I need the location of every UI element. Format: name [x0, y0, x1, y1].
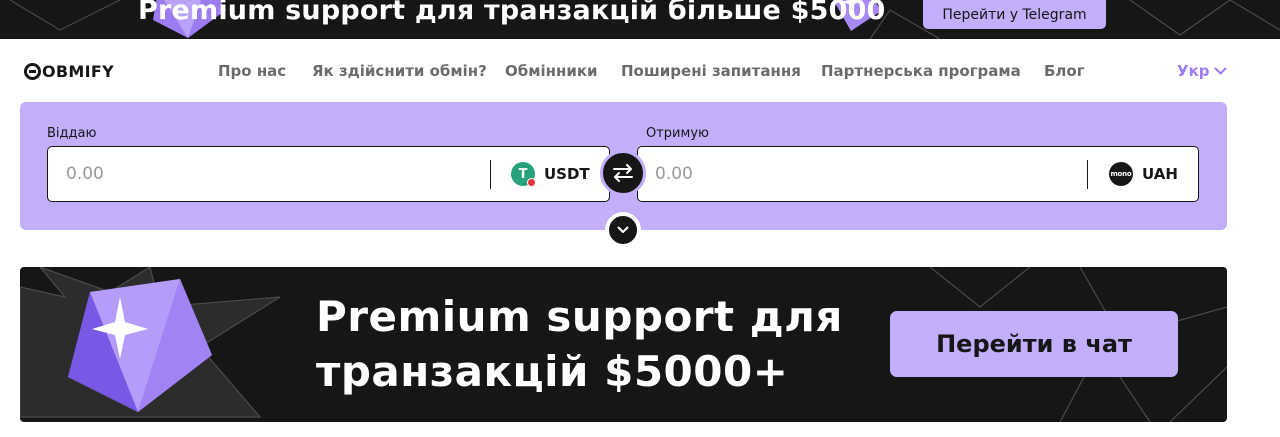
main-nav: OBMIFY Про нас Як здійснити обмін? Обмін… — [0, 39, 1280, 101]
go-to-chat-button[interactable]: Перейти в чат — [890, 311, 1178, 377]
receive-currency-code: UAH — [1142, 165, 1178, 183]
give-field: T USDT — [47, 146, 610, 202]
monobank-icon: mono — [1109, 162, 1133, 186]
swap-button[interactable] — [600, 150, 646, 196]
nav-link-exchangers[interactable]: Обмінники — [505, 62, 598, 80]
chevron-down-icon — [617, 226, 629, 233]
logo-mark-icon — [24, 63, 41, 80]
nav-link-partner-program[interactable]: Партнерська програма — [821, 62, 1021, 80]
expand-button[interactable] — [605, 212, 641, 248]
give-currency-code: USDT — [544, 165, 590, 183]
nav-link-about[interactable]: Про нас — [218, 62, 286, 80]
promo-title: Premium support для транзакцій $5000+ — [316, 289, 843, 399]
swap-arrows-icon — [613, 164, 633, 182]
promo-title-line2: транзакцій $5000+ — [316, 347, 789, 396]
receive-label: Отримую — [646, 126, 709, 141]
exchange-form: Віддаю T USDT Отримую mono UAH — [20, 102, 1227, 248]
nav-link-how-to-exchange[interactable]: Як здійснити обмін? — [312, 62, 487, 80]
chevron-down-icon — [1214, 67, 1227, 74]
field-divider — [1087, 160, 1088, 189]
field-divider — [490, 160, 491, 189]
give-amount-input[interactable] — [66, 147, 446, 201]
nav-link-blog[interactable]: Блог — [1044, 62, 1085, 80]
banner-title: Premium support для транзакцій більше $5… — [138, 0, 886, 26]
tether-icon: T — [511, 162, 536, 187]
give-currency-selector[interactable]: T USDT — [511, 162, 590, 187]
language-selector[interactable]: Укр — [1177, 62, 1227, 80]
top-promo-banner: Premium support для транзакцій більше $5… — [0, 0, 1280, 39]
logo-text: OBMIFY — [42, 62, 114, 81]
language-label: Укр — [1177, 62, 1210, 80]
nav-link-faq[interactable]: Поширені запитання — [621, 62, 801, 80]
receive-currency-selector[interactable]: mono UAH — [1109, 162, 1178, 186]
give-label: Віддаю — [47, 126, 97, 141]
telegram-button[interactable]: Перейти у Telegram — [923, 0, 1106, 29]
receive-field: mono UAH — [637, 146, 1199, 202]
premium-promo-card: Premium support для транзакцій $5000+ Пе… — [20, 267, 1227, 422]
receive-amount-input[interactable] — [655, 147, 1035, 201]
logo[interactable]: OBMIFY — [24, 62, 114, 81]
promo-title-line1: Premium support для — [316, 292, 843, 341]
